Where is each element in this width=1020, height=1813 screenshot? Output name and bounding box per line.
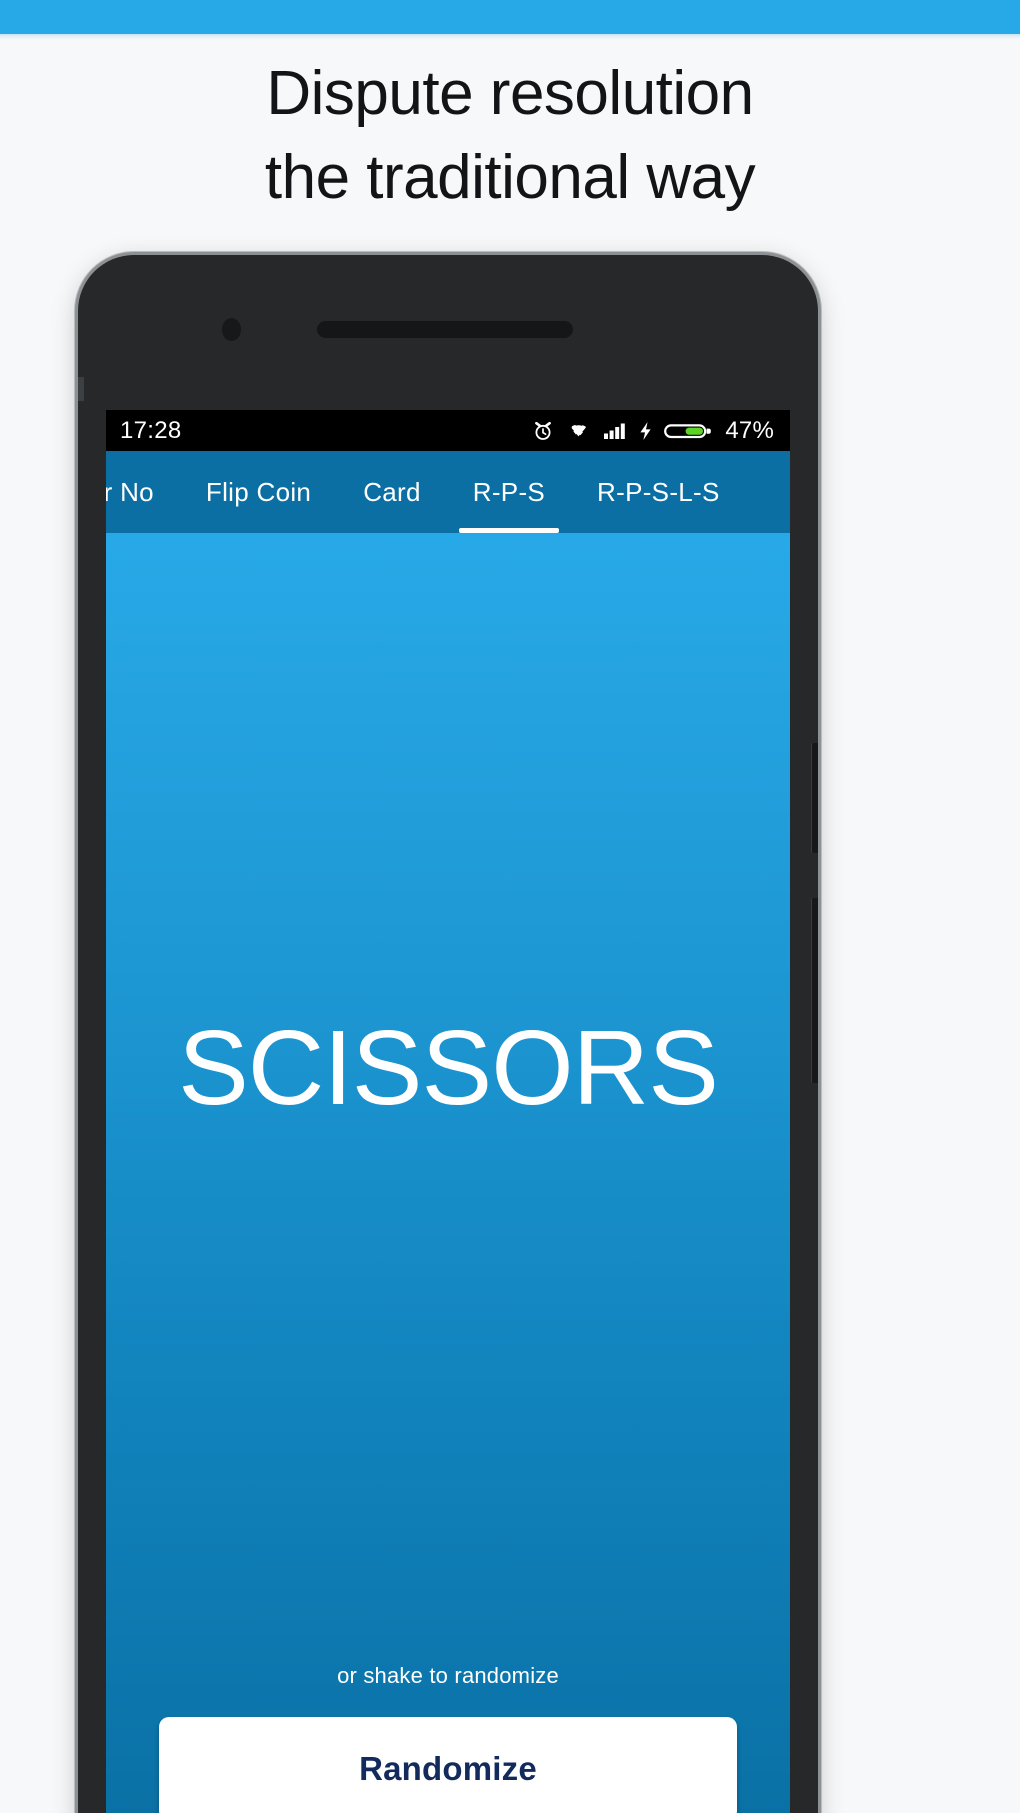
status-clock: 17:28 bbox=[120, 416, 182, 444]
power-button[interactable] bbox=[811, 743, 818, 853]
side-button-left[interactable] bbox=[78, 377, 84, 401]
charging-bolt-icon bbox=[640, 421, 651, 440]
front-camera-icon bbox=[222, 318, 241, 341]
tab-label: Flip Coin bbox=[205, 476, 312, 507]
page-title: Dispute resolution the traditional way bbox=[264, 59, 756, 212]
phone-device-frame: 17:28 47% r No Flip Coin Card R-P-S R-P-… bbox=[78, 255, 818, 1813]
signal-icon bbox=[604, 423, 626, 439]
top-accent-bar-shadow bbox=[0, 34, 1020, 40]
status-icon-group: 47% bbox=[531, 417, 774, 445]
tab-flip-coin[interactable]: Flip Coin bbox=[180, 451, 337, 533]
top-accent-bar bbox=[0, 0, 1020, 34]
battery-percent-label: 47% bbox=[725, 416, 774, 444]
battery-icon bbox=[664, 423, 712, 438]
result-container: SCISSORS bbox=[106, 533, 790, 1663]
tab-rps[interactable]: R-P-S bbox=[447, 451, 571, 533]
tab-label: s or No bbox=[106, 476, 154, 507]
alarm-icon bbox=[535, 421, 552, 440]
app-tab-bar: s or No Flip Coin Card R-P-S R-P-S-L-S bbox=[106, 451, 790, 533]
tab-label: R-P-S bbox=[472, 476, 546, 507]
tab-yes-or-no[interactable]: s or No bbox=[106, 451, 180, 533]
tab-label: R-P-S-L-S bbox=[597, 476, 720, 507]
volume-button[interactable] bbox=[811, 898, 818, 1083]
result-text: SCISSORS bbox=[178, 1009, 719, 1127]
shake-hint-label: or shake to randomize bbox=[337, 1663, 559, 1688]
app-content-area: SCISSORS or shake to randomize Randomize bbox=[106, 533, 790, 1813]
tab-card[interactable]: Card bbox=[337, 451, 447, 533]
android-status-bar: 17:28 47% bbox=[106, 410, 790, 451]
wifi-icon bbox=[569, 423, 589, 439]
tab-rpsls[interactable]: R-P-S-L-S bbox=[571, 451, 746, 533]
tab-label: Card bbox=[363, 476, 421, 507]
phone-screen: 17:28 47% r No Flip Coin Card R-P-S R-P-… bbox=[106, 410, 790, 1813]
randomize-button[interactable]: Randomize bbox=[159, 1717, 737, 1813]
earpiece-speaker-icon bbox=[317, 321, 573, 338]
